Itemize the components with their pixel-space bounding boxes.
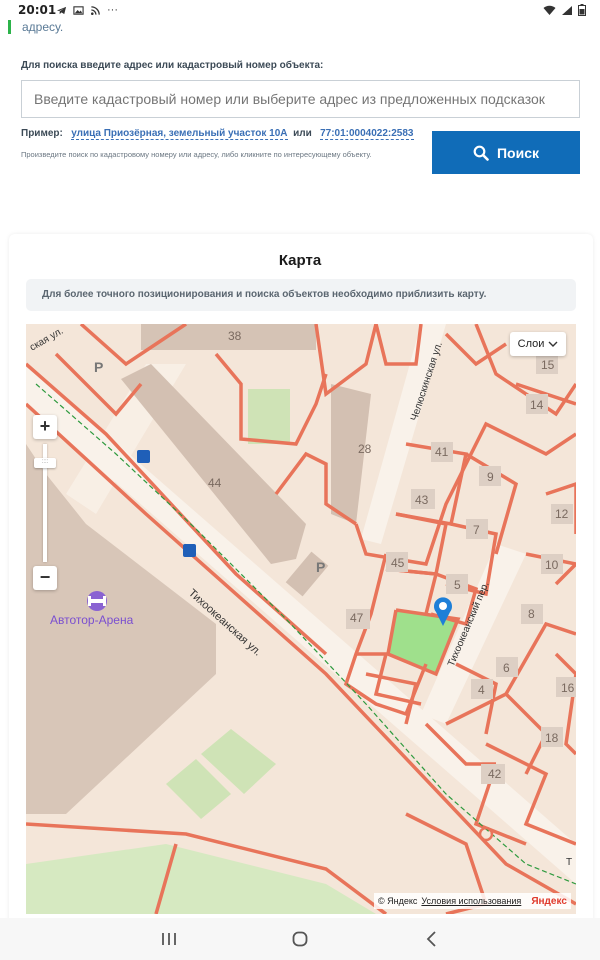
example-cadastral-link[interactable]: 77:01:0004022:2583 xyxy=(320,128,414,140)
layers-dropdown[interactable]: Слои xyxy=(510,332,566,356)
back-icon[interactable] xyxy=(421,928,443,950)
status-bar: 20:01 ··· xyxy=(0,0,600,22)
more-notifications-icon: ··· xyxy=(107,4,118,16)
house-number: 15 xyxy=(541,358,555,372)
zoom-slider-handle[interactable]: :::: xyxy=(34,458,56,468)
search-example: Пример: улица Приозёрная, земельный учас… xyxy=(21,128,414,140)
house-number: 45 xyxy=(391,556,405,570)
example-prefix: Пример: xyxy=(21,128,63,139)
search-hint: Произведите поиск по кадастровому номеру… xyxy=(21,150,372,159)
home-icon[interactable] xyxy=(289,928,311,950)
search-button-label: Поиск xyxy=(496,144,539,161)
street-label-edge: Т xyxy=(566,857,573,868)
house-number: 14 xyxy=(530,398,544,412)
telegram-icon xyxy=(56,6,67,14)
house-number: 44 xyxy=(208,476,222,490)
house-number: 6 xyxy=(503,661,510,675)
house-number: 7 xyxy=(473,523,480,537)
layers-label: Слои xyxy=(517,338,545,350)
house-number: 38 xyxy=(228,329,242,343)
house-number: 8 xyxy=(528,607,535,621)
search-label: Для поиска введите адрес или кадастровый… xyxy=(21,60,324,71)
map-attribution: © Яндекс Условия использования Яндекс xyxy=(374,893,571,909)
poi-arena-label[interactable]: Автотор-Арена xyxy=(50,613,133,627)
map-info-bar: Для более точного позиционирования и пои… xyxy=(26,279,576,311)
search-icon xyxy=(473,145,489,161)
yandex-logo[interactable]: Яндекс xyxy=(531,896,567,907)
house-number: 4 xyxy=(478,683,485,697)
map-title: Карта xyxy=(278,252,322,269)
recent-apps-icon[interactable] xyxy=(158,928,180,950)
house-number: 28 xyxy=(358,442,372,456)
map-canvas[interactable]: Тихоокеанская ул. Тихоокеанский пер. Чел… xyxy=(26,324,576,914)
navigation-bar xyxy=(0,918,600,960)
search-input[interactable] xyxy=(21,80,580,118)
house-number: 47 xyxy=(350,611,364,625)
example-or: или xyxy=(293,128,312,139)
parking-label: P xyxy=(316,559,326,575)
chevron-down-icon xyxy=(548,341,558,347)
search-button[interactable]: Поиск xyxy=(432,131,580,174)
image-icon xyxy=(73,5,84,15)
screen: 20:01 ··· адресу. Для поиска введите адр… xyxy=(0,0,600,960)
notification-icons: ··· xyxy=(56,4,118,16)
signal-icon xyxy=(562,5,572,15)
house-number: 10 xyxy=(545,558,559,572)
house-number: 16 xyxy=(561,681,575,695)
house-number: 12 xyxy=(555,507,569,521)
parking-label: P xyxy=(94,359,104,375)
attribution-copyright: © Яндекс xyxy=(378,896,418,906)
wifi-icon xyxy=(543,5,556,15)
terms-of-use-link[interactable]: Условия использования xyxy=(421,896,521,906)
status-time: 20:01 xyxy=(18,3,57,17)
zoom-out-button[interactable]: − xyxy=(33,566,57,590)
previous-section-text: адресу. xyxy=(8,20,63,34)
house-number: 42 xyxy=(488,767,502,781)
example-address-link[interactable]: улица Приозёрная, земельный участок 10А xyxy=(71,128,288,140)
system-icons xyxy=(543,4,586,16)
rss-icon xyxy=(91,5,100,15)
house-number: 43 xyxy=(415,493,429,507)
battery-icon xyxy=(578,4,586,16)
house-number: 5 xyxy=(454,578,461,592)
zoom-in-button[interactable]: + xyxy=(33,415,57,439)
house-number: 18 xyxy=(545,731,559,745)
house-number: 9 xyxy=(487,470,494,484)
house-number: 41 xyxy=(435,445,449,459)
